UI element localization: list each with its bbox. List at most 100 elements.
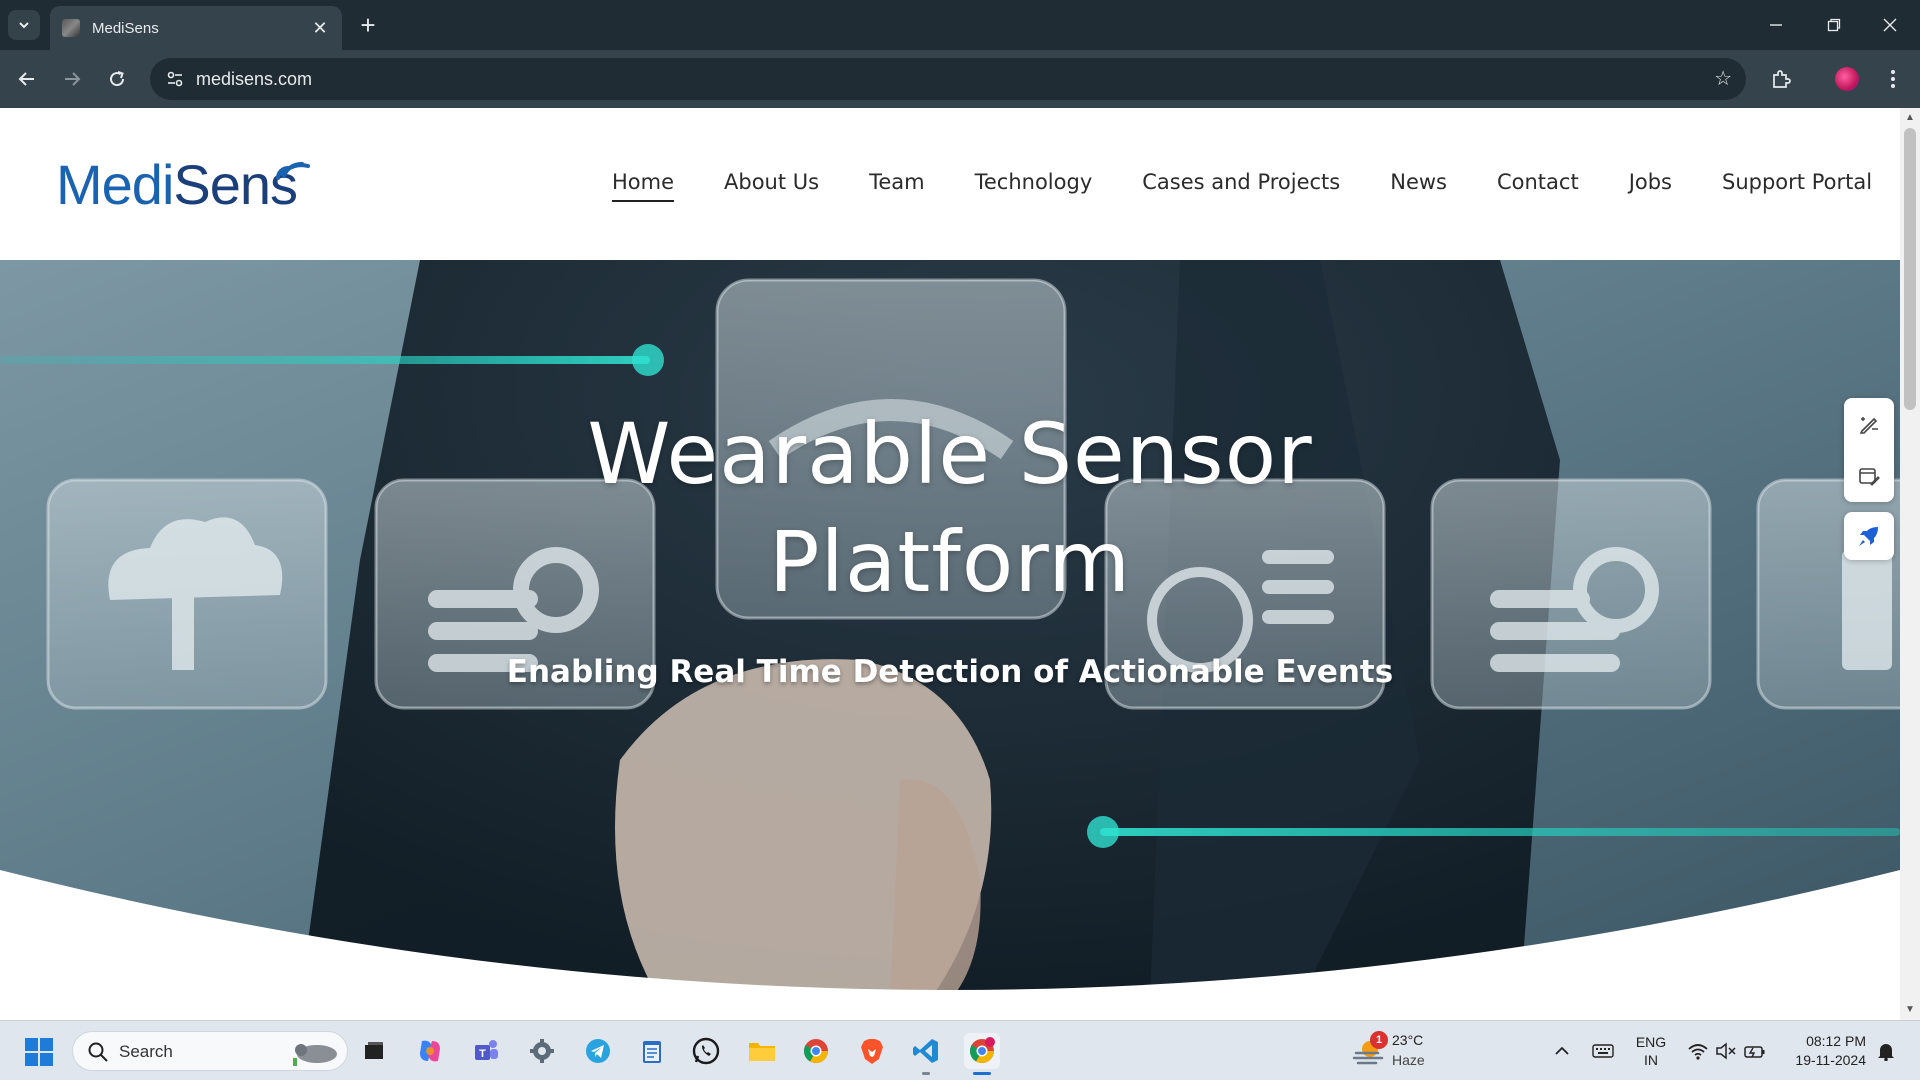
restore-icon	[1827, 18, 1841, 32]
hero-title-line-1: Wearable Sensor	[587, 405, 1313, 503]
browser-tab[interactable]: MediSens ✕	[50, 6, 342, 50]
web-page: MediSens Home About Us Team Technology C…	[0, 108, 1900, 1020]
site-info-button[interactable]	[160, 64, 190, 94]
taskbar-vscode[interactable]	[908, 1033, 944, 1075]
close-tab-icon[interactable]: ✕	[310, 18, 330, 39]
floating-tools-group	[1844, 398, 1894, 502]
scrollbar-thumb[interactable]	[1904, 128, 1916, 410]
floating-toolbar	[1844, 398, 1894, 560]
nav-cases-and-projects[interactable]: Cases and Projects	[1142, 170, 1340, 202]
site-favicon-icon	[62, 19, 80, 37]
chrome-profile-icon	[969, 1037, 995, 1064]
touch-keyboard-button[interactable]	[1588, 1031, 1618, 1071]
nav-contact[interactable]: Contact	[1497, 170, 1579, 202]
quick-settings-button[interactable]	[1682, 1031, 1772, 1071]
back-button[interactable]	[10, 62, 44, 96]
notepad-icon	[643, 1041, 661, 1063]
reload-button[interactable]	[100, 62, 134, 96]
notifications-button[interactable]	[1872, 1031, 1900, 1071]
tab-title: MediSens	[92, 19, 159, 37]
taskbar-file-explorer[interactable]	[744, 1033, 780, 1069]
taskbar-notepad[interactable]	[634, 1033, 670, 1069]
windows-logo-icon	[25, 1038, 53, 1066]
nav-jobs[interactable]: Jobs	[1629, 170, 1672, 202]
weather-widget[interactable]: 1 23°C Haze	[1350, 1031, 1440, 1071]
new-tab-button[interactable]: +	[352, 10, 384, 40]
minimize-button[interactable]	[1748, 0, 1804, 50]
nav-about-us[interactable]: About Us	[724, 170, 819, 202]
brave-lion-icon	[861, 1039, 883, 1064]
show-hidden-icons-button[interactable]	[1548, 1031, 1576, 1071]
url-text[interactable]: medisens.com	[196, 69, 312, 90]
restore-button[interactable]	[1806, 0, 1862, 50]
taskbar-task-view[interactable]	[356, 1033, 392, 1069]
input-language-indicator[interactable]: ENG IN	[1634, 1033, 1668, 1069]
nav-support-portal[interactable]: Support Portal	[1722, 170, 1872, 202]
close-window-button[interactable]	[1862, 0, 1918, 50]
taskbar-settings[interactable]	[524, 1033, 560, 1069]
taskbar-telegram[interactable]	[580, 1033, 616, 1069]
language-code: ENG	[1635, 1034, 1667, 1050]
taskbar-search[interactable]: Search	[72, 1031, 348, 1071]
taskbar-teams[interactable]: T	[468, 1033, 504, 1069]
scroll-up-arrow-icon[interactable]: ▲	[1904, 112, 1916, 123]
edit-tool-button[interactable]	[1844, 398, 1894, 450]
extensions-button[interactable]	[1766, 64, 1796, 94]
running-indicator	[922, 1072, 930, 1075]
taskbar-chrome[interactable]	[798, 1033, 834, 1069]
weather-alert-badge: 1	[1370, 1031, 1388, 1049]
battery-charging-icon	[1744, 1046, 1765, 1058]
tune-icon	[167, 71, 183, 87]
browser-menu-button[interactable]	[1878, 64, 1908, 94]
active-indicator	[973, 1072, 991, 1075]
svg-text:T: T	[479, 1048, 486, 1060]
browser-toolbar: medisens.com ☆	[0, 50, 1920, 108]
hero-title: Wearable Sensor Platform	[0, 400, 1900, 616]
gear-icon	[530, 1039, 554, 1063]
site-header: MediSens Home About Us Team Technology C…	[0, 108, 1900, 260]
nav-technology[interactable]: Technology	[975, 170, 1093, 202]
bookmark-star-icon[interactable]: ☆	[1714, 66, 1732, 91]
calendar-edit-icon	[1859, 468, 1880, 486]
whatsapp-icon	[692, 1037, 720, 1065]
copilot-icon	[420, 1040, 440, 1062]
hero-title-line-2: Platform	[768, 513, 1132, 611]
profile-button[interactable]	[1832, 64, 1862, 94]
system-clock[interactable]: 08:12 PM 19-11-2024	[1786, 1032, 1866, 1070]
windows-taskbar: Search T 1 23°C Haze ENG IN 08:12 PM 19-…	[0, 1020, 1920, 1080]
teams-icon: T	[475, 1040, 498, 1060]
tab-search-button[interactable]	[8, 10, 40, 40]
weather-condition: Haze	[1392, 1052, 1425, 1068]
signal-waves-icon	[276, 162, 310, 180]
search-highlight-icon	[293, 1044, 337, 1066]
taskbar-whatsapp[interactable]	[688, 1033, 724, 1069]
forward-button[interactable]	[55, 62, 89, 96]
vscode-icon	[913, 1039, 938, 1063]
taskbar-copilot[interactable]	[412, 1033, 448, 1069]
hero-background-image	[0, 260, 1900, 1000]
taskbar-brave[interactable]	[854, 1033, 890, 1069]
hero-subtitle: Enabling Real Time Detection of Actionab…	[506, 654, 1394, 690]
folder-icon	[749, 1043, 775, 1061]
logo-text-medi: Medi	[56, 153, 174, 216]
keyboard-icon	[1592, 1044, 1614, 1058]
volume-muted-icon	[1716, 1042, 1736, 1060]
address-bar[interactable]: medisens.com ☆	[150, 58, 1746, 100]
launch-tool-button[interactable]	[1844, 512, 1894, 560]
weather-temperature: 23°C	[1392, 1032, 1424, 1048]
calendar-tool-button[interactable]	[1844, 450, 1894, 502]
arrow-right-icon	[65, 72, 81, 86]
pencil-sparkle-icon	[1859, 417, 1878, 434]
taskbar-chrome-active[interactable]	[964, 1033, 1000, 1075]
scroll-down-arrow-icon[interactable]: ▼	[1904, 1004, 1916, 1015]
nav-news[interactable]: News	[1390, 170, 1447, 202]
clock-date: 19-11-2024	[1795, 1052, 1866, 1068]
nav-team[interactable]: Team	[869, 170, 925, 202]
page-scrollbar[interactable]: ▲ ▼	[1900, 108, 1920, 1020]
taskbar-search-label: Search	[119, 1042, 173, 1061]
chevron-down-icon	[19, 22, 29, 29]
nav-home[interactable]: Home	[612, 170, 675, 202]
start-button[interactable]	[24, 1037, 54, 1067]
puzzle-icon	[1773, 70, 1791, 88]
medisens-logo[interactable]: MediSens	[56, 150, 310, 220]
